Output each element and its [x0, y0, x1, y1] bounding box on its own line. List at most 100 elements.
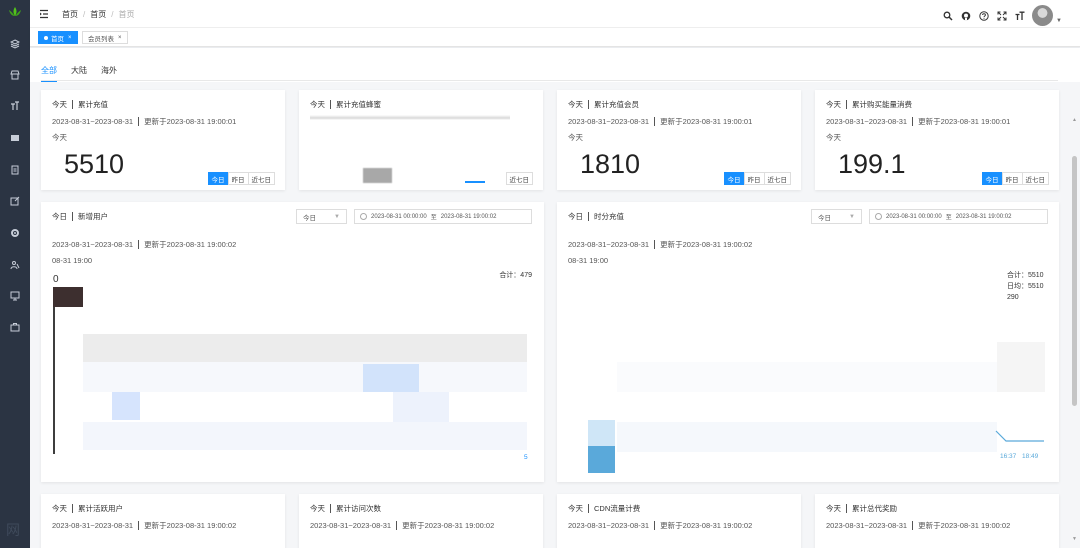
period-switch: 近七日: [505, 172, 533, 185]
chart-sum: 合计：479: [499, 272, 532, 279]
blurred-chart-block: [393, 392, 449, 422]
scrollbar-thumb[interactable]: [1072, 156, 1077, 406]
date-range-picker[interactable]: 2023-08-31 00:00:00 至 2023-08-31 19:00:0…: [354, 209, 532, 224]
stat-card-visits: 今天 累计访问次数 2023-08-31~2023-08-31 更新于2023-08…: [299, 494, 543, 548]
stat-card-agent-reward: 今天 累计总代奖励 2023-08-31~2023-08-31 更新于2023-08…: [815, 494, 1059, 548]
lotus-logo-icon[interactable]: [8, 6, 22, 18]
tabs-divider: [41, 80, 1058, 81]
gear-icon[interactable]: [9, 227, 21, 239]
seg-today[interactable]: 今日: [981, 172, 1003, 185]
card-date: 2023-08-31~2023-08-31 更新于2023-08-31 19:00…: [568, 240, 753, 249]
avatar[interactable]: [1032, 5, 1054, 26]
breadcrumb-separator: /: [83, 10, 86, 19]
document-icon[interactable]: [9, 164, 21, 176]
blurred-chart-block: [363, 364, 419, 392]
stat-card-cdn: 今天 CDN流量计费 2023-08-31~2023-08-31 更新于2023-0…: [557, 494, 801, 548]
chevron-down-icon[interactable]: ▼: [1056, 18, 1062, 24]
stat-card-active-users: 今天 累计活跃用户 2023-08-31~2023-08-31 更新于2023-08…: [41, 494, 285, 548]
edit-icon[interactable]: [9, 195, 21, 207]
x-tick-label: 18:49: [1022, 453, 1039, 460]
card-title: 今天 累计总代奖励: [826, 504, 897, 513]
breadcrumb-item-3: 首页: [118, 10, 135, 19]
tag-member-list[interactable]: 会员列表 ×: [82, 31, 128, 44]
breadcrumb: 首页 / 首页 / 首页: [62, 9, 134, 20]
question-icon[interactable]: [978, 10, 989, 21]
segment-indicator: [465, 181, 485, 183]
top-header: 首页 / 首页 / 首页 ▼: [30, 0, 1080, 28]
chevron-down-icon: ▼: [849, 213, 855, 220]
card-title: 今日 新增用户: [52, 212, 108, 221]
dashboard-area: ▲ ▼ 今天 累计充值 2023-08-31~2023-08-31 更新于2023-…: [30, 82, 1080, 548]
shop-icon[interactable]: [9, 69, 21, 81]
seg-yesterday[interactable]: 昨日: [743, 172, 765, 185]
card-title: 今天 累计充值: [52, 100, 108, 109]
card-title: 今天 累计购买能量消费: [826, 100, 912, 109]
layers-icon[interactable]: [9, 38, 21, 50]
sidebar-watermark-glyph: 网: [6, 523, 20, 539]
blurred-legend: [53, 287, 83, 307]
close-icon[interactable]: ×: [68, 35, 72, 41]
period-select[interactable]: 今日 ▼: [811, 209, 862, 224]
date-range-picker[interactable]: 2023-08-31 00:00:00 至 2023-08-31 19:00:0…: [869, 209, 1048, 224]
blurred-chart-block: [997, 342, 1045, 392]
briefcase-icon[interactable]: [9, 321, 21, 333]
search-icon[interactable]: [942, 10, 953, 21]
grid-icon[interactable]: [9, 132, 21, 144]
breadcrumb-item-1[interactable]: 首页: [62, 9, 78, 20]
seg-today[interactable]: 今日: [207, 172, 229, 185]
period-switch: 今日 昨日 近七日: [981, 172, 1049, 185]
period-switch: 今日 昨日 近七日: [723, 172, 791, 185]
chart-card-new-users: 今日 新增用户 今日 ▼ 2023-08-31 00:00:00 至 2023-08…: [41, 202, 544, 482]
tag-home[interactable]: 首页 ×: [38, 31, 78, 44]
blurred-chart-band: [83, 334, 527, 362]
chart-avg: 日均：5510: [1007, 283, 1044, 290]
fullscreen-icon[interactable]: [996, 10, 1007, 21]
seg-7days[interactable]: 近七日: [1021, 172, 1049, 185]
seg-yesterday[interactable]: 昨日: [1001, 172, 1023, 185]
card-value: 199.1: [838, 149, 906, 179]
card-title: 今天 CDN流量计费: [568, 504, 641, 513]
font-size-icon[interactable]: [1014, 10, 1025, 21]
breadcrumb-item-2[interactable]: 首页: [90, 9, 106, 20]
users-icon[interactable]: [9, 259, 21, 271]
scroll-down-arrow-icon[interactable]: ▼: [1072, 536, 1077, 542]
seg-7days[interactable]: 近七日: [763, 172, 791, 185]
tag-home-label: 首页: [51, 35, 64, 43]
axis-bottom-label: 5: [524, 454, 528, 461]
seg-today[interactable]: 今日: [723, 172, 745, 185]
card-date: 2023-08-31~2023-08-31 更新于2023-08-31 19:00…: [310, 521, 495, 530]
text-size-icon[interactable]: [9, 100, 21, 112]
period-switch: 今日 昨日 近七日: [207, 172, 275, 185]
period-select[interactable]: 今日 ▼: [296, 209, 347, 224]
github-icon[interactable]: [960, 10, 971, 21]
card-label: 今天: [52, 133, 67, 142]
card-date: 2023-08-31~2023-08-31 更新于2023-08-31 19:00…: [568, 521, 753, 530]
active-dot-icon: [44, 35, 48, 40]
tags-view-bar: 首页 × 会员列表 ×: [30, 28, 1080, 47]
blurred-date-line: [310, 115, 510, 120]
card-label: 今天: [826, 133, 841, 142]
card-title: 今日 时分充值: [568, 212, 624, 221]
seg-7days[interactable]: 近七日: [505, 172, 533, 185]
seg-7days[interactable]: 近七日: [247, 172, 275, 185]
clock-icon: [875, 213, 882, 220]
card-value: 1810: [580, 149, 641, 179]
breadcrumb-separator: /: [111, 10, 114, 19]
axis-top-label: 0: [53, 274, 59, 285]
stat-card-recharge: 今天 累计充值 2023-08-31~2023-08-31 更新于2023-08-3…: [41, 90, 285, 190]
header-tools: ▼: [942, 5, 1062, 26]
line-series: [995, 430, 1044, 442]
close-icon[interactable]: ×: [118, 35, 122, 41]
card-time: 08-31 19:00: [52, 256, 93, 265]
card-time: 08-31 19:00: [568, 256, 609, 265]
chart-extra: 290: [1007, 294, 1019, 301]
stat-card-energy: 今天 累计购买能量消费 2023-08-31~2023-08-31 更新于2023-…: [815, 90, 1059, 190]
seg-yesterday[interactable]: 昨日: [227, 172, 249, 185]
card-date: 2023-08-31~2023-08-31 更新于2023-08-31 19:00…: [568, 117, 753, 126]
card-date: 2023-08-31~2023-08-31 更新于2023-08-31 19:00…: [52, 240, 237, 249]
monitor-icon[interactable]: [9, 290, 21, 302]
x-tick-label: 16:37: [1000, 453, 1017, 460]
scroll-up-arrow-icon[interactable]: ▲: [1072, 117, 1077, 123]
card-date: 2023-08-31~2023-08-31 更新于2023-08-31 19:00…: [826, 521, 1011, 530]
menu-toggle-icon[interactable]: [39, 9, 49, 19]
